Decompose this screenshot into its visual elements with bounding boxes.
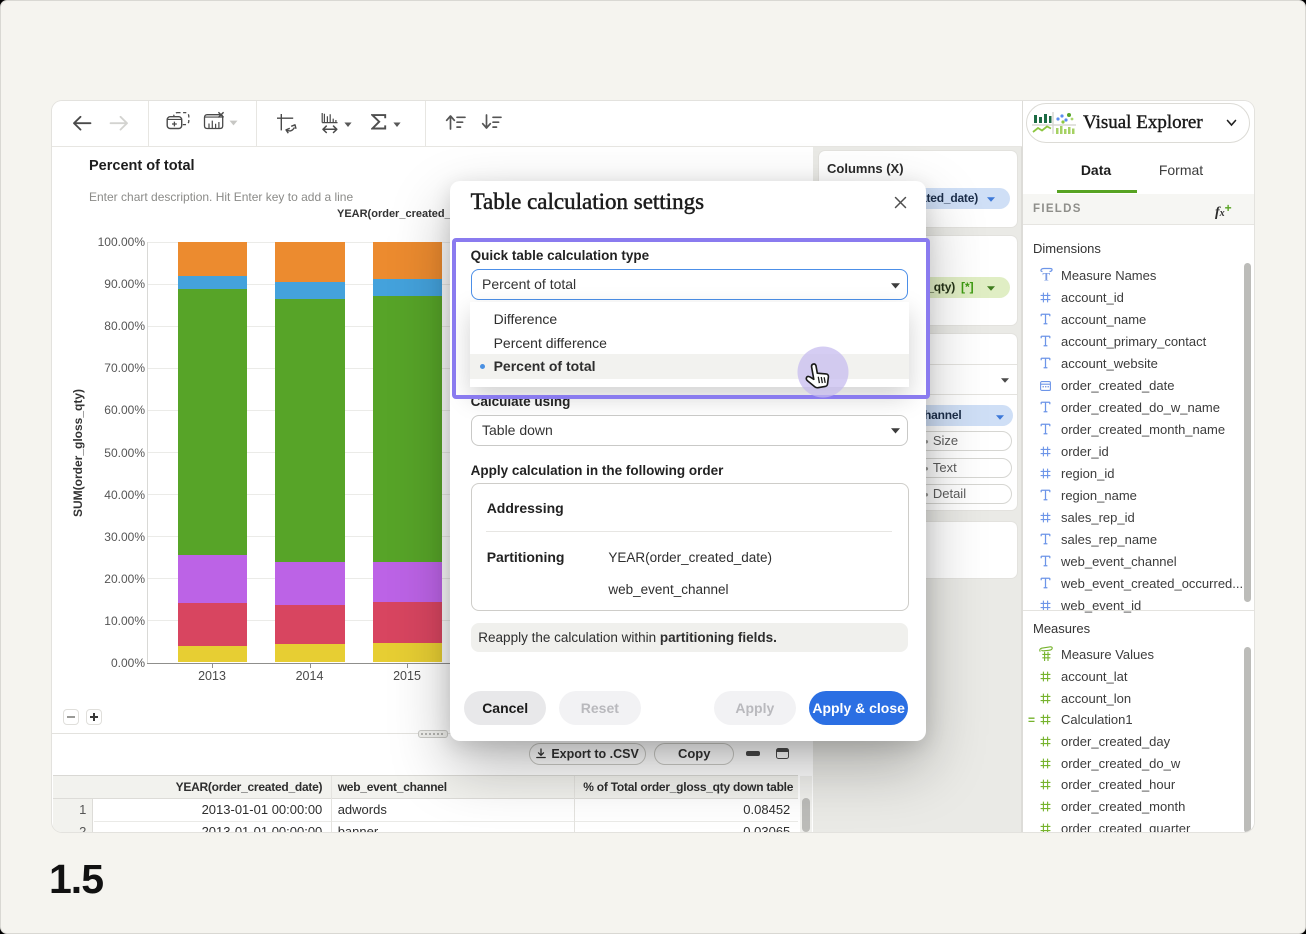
svg-text:T: T: [1042, 272, 1050, 283]
